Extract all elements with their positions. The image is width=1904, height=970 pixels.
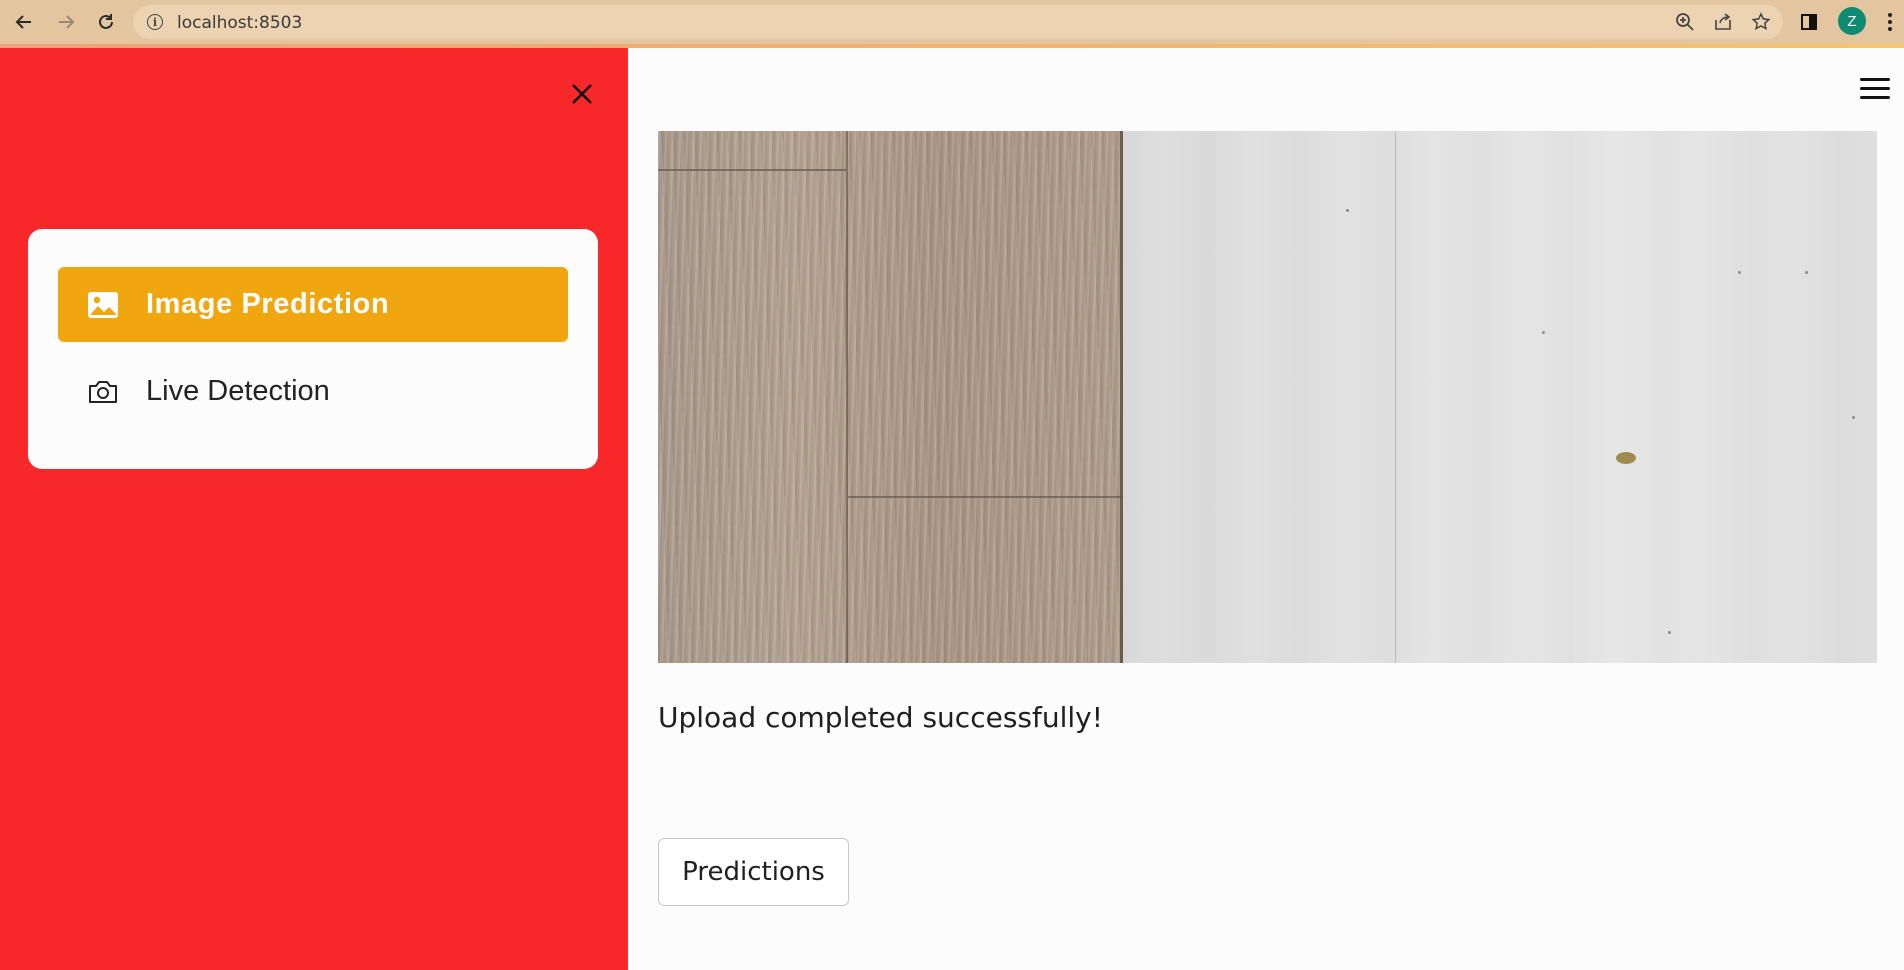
wood-seam: [658, 169, 846, 171]
speck: [1542, 331, 1545, 334]
floor-seam: [1395, 131, 1396, 663]
speck: [1346, 209, 1349, 212]
wood-floor-region: [658, 131, 1123, 663]
image-icon: [86, 290, 120, 320]
speck: [1805, 271, 1808, 274]
main-content: Upload completed successfully! Predictio…: [628, 48, 1904, 970]
predictions-button[interactable]: Predictions: [658, 838, 849, 906]
zoom-icon[interactable]: [1673, 11, 1697, 33]
address-bar[interactable]: i localhost:8503: [133, 5, 1783, 39]
browser-toolbar: i localhost:8503 Z: [0, 0, 1904, 44]
forward-arrow-icon[interactable]: [54, 10, 78, 34]
white-floor-region: [1123, 131, 1877, 663]
sidebar: Image Prediction Live Detection: [0, 48, 628, 970]
hamburger-menu-icon[interactable]: [1860, 78, 1890, 102]
back-arrow-icon[interactable]: [12, 10, 36, 34]
speck: [1852, 416, 1855, 419]
more-vert-icon[interactable]: [1878, 10, 1902, 34]
menu-item-label: Live Detection: [146, 375, 330, 407]
navigation-menu: Image Prediction Live Detection: [28, 229, 598, 469]
avatar[interactable]: Z: [1838, 7, 1866, 35]
menu-item-label: Image Prediction: [146, 288, 390, 320]
site-info-icon[interactable]: i: [147, 14, 163, 30]
debris-spot: [1616, 452, 1636, 464]
bookmark-star-icon[interactable]: [1749, 11, 1773, 33]
share-icon[interactable]: [1711, 11, 1735, 33]
close-icon[interactable]: [566, 78, 598, 110]
speck: [1738, 271, 1741, 274]
side-panel-icon[interactable]: [1797, 10, 1821, 34]
wood-seam: [848, 496, 1123, 498]
menu-item-image-prediction[interactable]: Image Prediction: [58, 267, 568, 342]
uploaded-image: [658, 131, 1877, 663]
status-message: Upload completed successfully!: [658, 701, 1103, 734]
reload-icon[interactable]: [94, 10, 118, 34]
url-text[interactable]: localhost:8503: [177, 13, 302, 33]
menu-item-live-detection[interactable]: Live Detection: [58, 354, 568, 429]
camera-icon: [86, 377, 120, 407]
wood-seam: [846, 131, 848, 663]
speck: [1668, 631, 1671, 634]
